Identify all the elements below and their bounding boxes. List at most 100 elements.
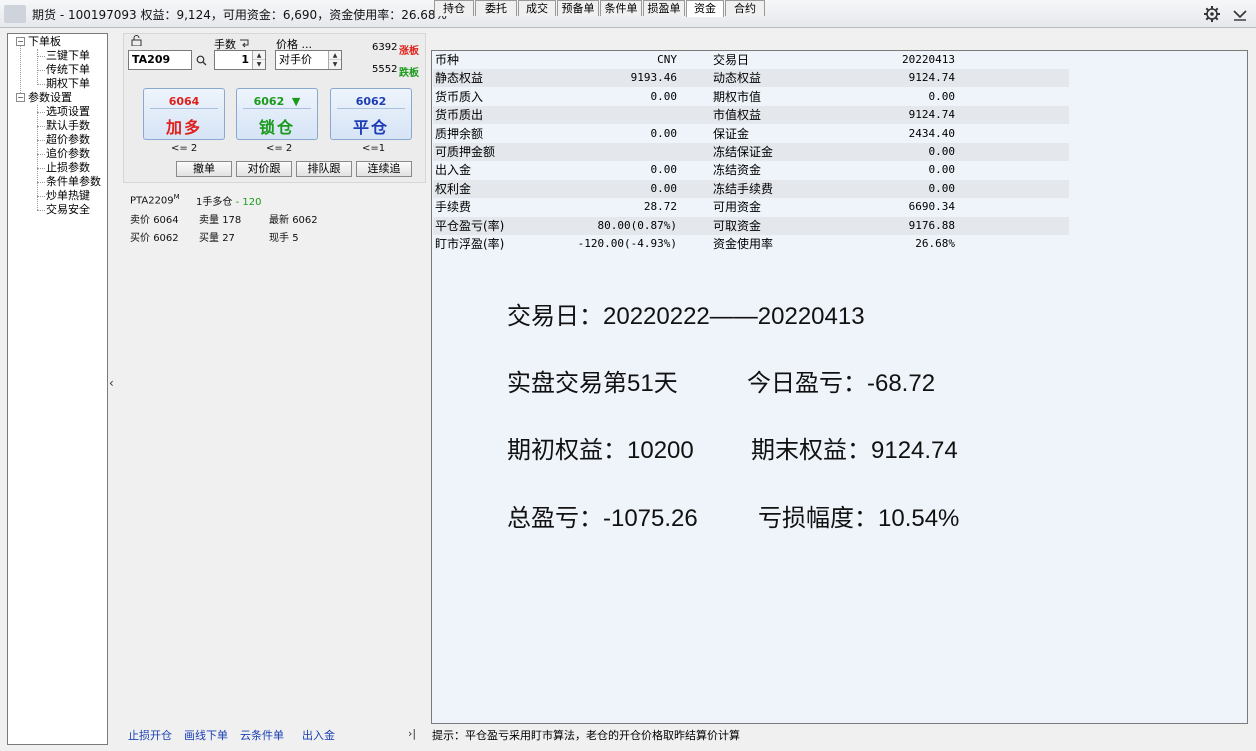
down-arrow-icon: ▼ (291, 95, 301, 108)
close-position-button[interactable]: 6062 平仓 (330, 88, 412, 140)
row-value-right: 0.00 (928, 163, 956, 177)
close-position-label: 平仓 (352, 118, 389, 137)
cancel-order-button[interactable]: 撤单 (176, 161, 232, 177)
close-position-price: 6062 (337, 95, 405, 109)
queue-follow-button[interactable]: 排队跟 (296, 161, 352, 177)
tab-funds[interactable]: 资金 (686, 0, 724, 17)
collapse-toggle[interactable]: − (16, 93, 25, 102)
tab-positions[interactable]: 持仓 (434, 0, 474, 16)
collapse-panel-arrow[interactable]: ‹ (109, 376, 114, 390)
tab-preorders[interactable]: 预备单 (557, 0, 599, 16)
tree-line (37, 126, 45, 127)
tree-item[interactable]: 止损参数 (46, 161, 90, 175)
summary-trading-days: 交易日：20220222——20220413 (507, 303, 865, 330)
summary-initial-equity: 期初权益：10200 (507, 437, 694, 464)
collapse-toggle[interactable]: − (16, 37, 25, 46)
tree-line (37, 154, 45, 155)
gear-icon[interactable] (1202, 4, 1222, 24)
tree-item[interactable]: 默认手数 (46, 119, 90, 133)
row-value-left: 80.00(0.87%) (597, 218, 677, 232)
tree-group-params[interactable]: 参数设置 (28, 91, 72, 105)
row-label-right: 冻结资金 (713, 163, 762, 178)
row-label-right: 期权市值 (713, 89, 762, 104)
search-icon[interactable] (196, 55, 207, 66)
expand-arrow[interactable]: ›| (408, 727, 416, 740)
limit-down-price: 5552 (372, 64, 398, 75)
continuous-chase-button[interactable]: 连续追 (356, 161, 412, 177)
table-row: 质押余额 0.00 保证金 2434.40 (433, 125, 1069, 143)
bid-volume: 买量 27 (199, 233, 235, 244)
tree-line (37, 168, 45, 169)
tree-line (37, 56, 45, 57)
tree-item[interactable]: 条件单参数 (46, 175, 101, 189)
position-pnl: - 120 (235, 197, 262, 208)
tree-item[interactable]: 三键下单 (46, 49, 90, 63)
row-label-right: 可用资金 (713, 200, 762, 215)
row-value-left: 0.00 (650, 163, 678, 177)
add-long-label: 加多 (165, 118, 202, 137)
draw-line-order-link[interactable]: 画线下单 (184, 727, 228, 743)
add-long-button[interactable]: 6064 加多 (143, 88, 225, 140)
stop-loss-open-link[interactable]: 止损开仓 (128, 727, 172, 743)
row-value-right: 0.00 (928, 181, 956, 195)
tree-line (37, 140, 45, 141)
symbol-input[interactable]: TA209 (128, 50, 192, 70)
lock-position-price: 6062 (253, 95, 285, 108)
tree-line (37, 84, 45, 85)
table-row: 手续费 28.72 可用资金 6690.34 (433, 198, 1069, 216)
tree-line (37, 210, 45, 211)
row-value-right: 2434.40 (908, 126, 955, 140)
tree-line (37, 105, 38, 210)
table-row: 币种 CNY 交易日 20220413 (433, 51, 1069, 69)
tree-group-order[interactable]: 下单板 (28, 35, 61, 49)
row-label-left: 可质押金额 (435, 145, 496, 159)
tab-conditional[interactable]: 条件单 (600, 0, 642, 16)
funds-panel: 币种 CNY 交易日 20220413 静态权益 9193.46 动态权益 9124.74 货币… (431, 50, 1248, 724)
tree-item[interactable]: 传统下单 (46, 63, 90, 77)
row-label-right: 资金使用率 (713, 237, 774, 251)
tree-item[interactable]: 炒单热键 (46, 189, 90, 203)
tree-item[interactable]: 追价参数 (46, 147, 90, 161)
lots-spinner[interactable]: ▲ ▼ (252, 51, 265, 69)
row-label-left: 平仓盈亏(率) (435, 218, 505, 233)
row-value-right: 0.00 (928, 145, 956, 158)
tree-item[interactable]: 交易安全 (46, 203, 90, 217)
tab-contracts[interactable]: 合约 (725, 0, 765, 16)
row-label-right: 冻结保证金 (713, 145, 774, 159)
row-label-left: 静态权益 (435, 71, 484, 86)
tab-trades[interactable]: 成交 (518, 0, 556, 16)
cloud-condition-order-link[interactable]: 云条件单 (240, 727, 284, 743)
lock-position-button[interactable]: 6062 ▼ 锁仓 (236, 88, 318, 140)
table-row: 静态权益 9193.46 动态权益 9124.74 (433, 69, 1069, 88)
close-position-limit: <=1 (362, 143, 386, 154)
row-value-left: 0.00 (650, 181, 678, 195)
tree-item[interactable]: 期权下单 (46, 77, 90, 91)
limit-down-label: 跌板 (399, 68, 419, 79)
app-icon (4, 5, 26, 23)
row-value-right: 9124.74 (908, 71, 955, 85)
tree-item[interactable]: 选项设置 (46, 105, 90, 119)
row-label-right: 保证金 (713, 126, 750, 141)
price-spinner[interactable]: ▲ ▼ (328, 51, 341, 69)
row-value-left: 0.00 (650, 89, 678, 103)
tree-line (37, 49, 38, 85)
ask-volume: 卖量 178 (199, 215, 242, 226)
tree-line (20, 43, 21, 99)
row-value-left: 0.00 (650, 126, 678, 140)
return-icon[interactable] (239, 37, 251, 48)
row-label-left: 手续费 (435, 200, 472, 215)
row-label-right: 冻结手续费 (713, 181, 774, 196)
tab-stop-profit[interactable]: 损盈单 (643, 0, 685, 16)
table-row: 可质押金额 冻结保证金 0.00 (433, 143, 1069, 161)
row-value-right: 6690.34 (908, 200, 955, 214)
row-label-left: 币种 (435, 53, 460, 67)
tree-item[interactable]: 超价参数 (46, 133, 90, 147)
chevron-down-icon[interactable] (1230, 4, 1250, 24)
lock-icon[interactable] (131, 35, 143, 46)
counter-follow-button[interactable]: 对价跟 (236, 161, 292, 177)
tab-orders[interactable]: 委托 (475, 0, 517, 16)
table-row: 权利金 0.00 冻结手续费 0.00 (433, 179, 1069, 198)
row-label-right: 交易日 (713, 53, 750, 67)
add-long-limit: <= 2 (171, 143, 198, 154)
deposit-withdraw-link[interactable]: 出入金 (302, 727, 335, 743)
